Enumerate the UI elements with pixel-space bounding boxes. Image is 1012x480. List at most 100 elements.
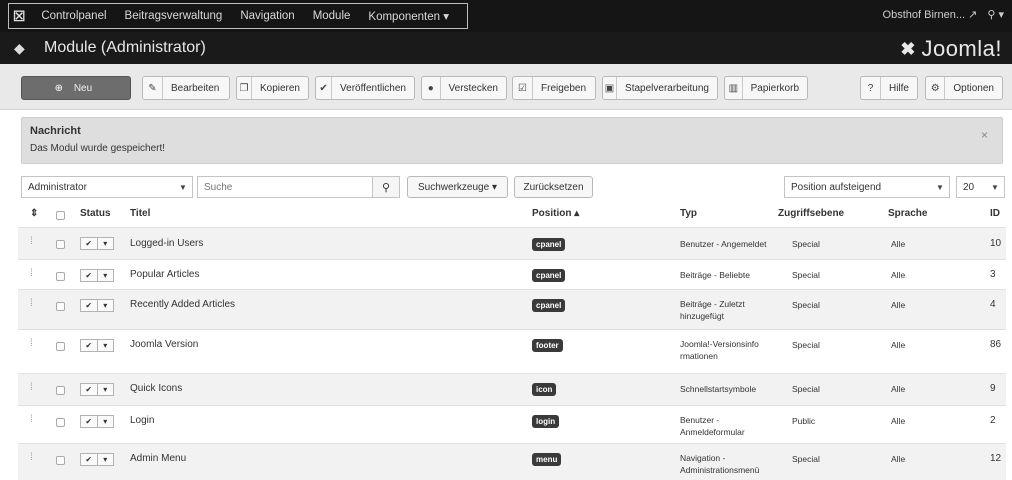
search-icon[interactable]: ⚲ — [372, 177, 399, 197]
caret-icon[interactable]: ▾ — [96, 454, 114, 465]
status-toggle[interactable]: ✔ ▾ — [80, 383, 114, 396]
menu-controlpanel[interactable]: Controlpanel — [41, 10, 106, 22]
module-access: Special — [792, 239, 820, 249]
module-access: Special — [792, 454, 820, 464]
checkbox-icon: ☑ — [513, 77, 533, 99]
module-title[interactable]: Admin Menu — [130, 453, 186, 464]
header-status[interactable]: Status — [80, 208, 111, 219]
drag-handle-icon[interactable]: ⁞ — [30, 298, 33, 309]
client-select[interactable]: Administrator ▼ — [21, 176, 193, 198]
search-input[interactable] — [198, 177, 372, 197]
module-id: 10 — [990, 238, 1002, 249]
header-type[interactable]: Typ — [680, 208, 697, 219]
checkin-button[interactable]: ☑ Freigeben — [512, 76, 596, 100]
module-id: 4 — [990, 299, 996, 310]
header-id[interactable]: ID — [990, 208, 1000, 219]
user-menu[interactable]: ⚲ ▾ — [987, 8, 1004, 21]
check-icon[interactable]: ✔ — [81, 300, 97, 311]
table-row: ⁞ ✔ ▾ Login login Benutzer - Anmeldeformu… — [18, 405, 1006, 443]
help-button[interactable]: ? Hilfe — [860, 76, 918, 100]
unpublish-icon: ● — [422, 77, 441, 99]
module-title[interactable]: Recently Added Articles — [130, 299, 235, 310]
row-checkbox[interactable] — [56, 456, 65, 465]
check-icon[interactable]: ✔ — [81, 238, 97, 249]
status-toggle[interactable]: ✔ ▾ — [80, 269, 114, 282]
status-toggle[interactable]: ✔ ▾ — [80, 415, 114, 428]
copy-button[interactable]: ❐ Kopieren — [236, 76, 309, 100]
publish-button[interactable]: ✔ Veröffentlichen — [315, 76, 415, 100]
caret-icon[interactable]: ▾ — [96, 270, 114, 281]
row-checkbox[interactable] — [56, 240, 65, 249]
caret-icon[interactable]: ▾ — [96, 300, 114, 311]
check-icon[interactable]: ✔ — [81, 270, 97, 281]
module-title[interactable]: Joomla Version — [130, 339, 198, 350]
status-toggle[interactable]: ✔ ▾ — [80, 299, 114, 312]
module-title[interactable]: Popular Articles — [130, 269, 199, 280]
chevron-down-icon: ▼ — [179, 182, 187, 192]
unpublish-button[interactable]: ● Verstecken — [421, 76, 507, 100]
new-button[interactable]: ⊕ Neu — [21, 76, 131, 100]
status-toggle[interactable]: ✔ ▾ — [80, 339, 114, 352]
limit-select[interactable]: 20 ▼ — [956, 176, 1005, 198]
drag-handle-icon[interactable]: ⁞ — [30, 452, 33, 463]
drag-handle-icon[interactable]: ⁞ — [30, 414, 33, 425]
drag-handle-icon[interactable]: ⁞ — [30, 338, 33, 349]
check-icon[interactable]: ✔ — [81, 416, 97, 427]
row-checkbox[interactable] — [56, 302, 65, 311]
module-title[interactable]: Quick Icons — [130, 383, 182, 394]
module-id: 12 — [990, 453, 1002, 464]
module-language: Alle — [891, 454, 906, 464]
header-access[interactable]: Zugriffsebene — [778, 208, 844, 219]
close-icon[interactable]: × — [981, 128, 988, 142]
question-icon: ? — [861, 77, 881, 99]
joomla-logo-icon[interactable]: ☒ — [9, 4, 29, 28]
module-language: Alle — [891, 239, 906, 249]
sort-header-icon[interactable]: ⇕ — [30, 208, 38, 219]
module-id: 9 — [990, 383, 996, 394]
drag-handle-icon[interactable]: ⁞ — [30, 382, 33, 393]
check-icon[interactable]: ✔ — [81, 384, 97, 395]
admin-menu: ☒ Controlpanel Beitragsverwaltung Naviga… — [8, 3, 468, 29]
check-icon[interactable]: ✔ — [81, 454, 97, 465]
ordering-select[interactable]: Position aufsteigend ▼ — [784, 176, 950, 198]
batch-button[interactable]: ▣ Stapelverarbeitung — [602, 76, 718, 100]
edit-button[interactable]: ✎ Bearbeiten — [142, 76, 230, 100]
status-toggle[interactable]: ✔ ▾ — [80, 237, 114, 250]
caret-icon[interactable]: ▾ — [96, 238, 114, 249]
trash-button[interactable]: ▥ Papierkorb — [724, 76, 808, 100]
module-language: Alle — [891, 270, 906, 280]
select-all-checkbox[interactable] — [56, 211, 65, 220]
caret-icon[interactable]: ▾ — [96, 416, 114, 427]
status-toggle[interactable]: ✔ ▾ — [80, 453, 114, 466]
joomla-brand-icon: ✖ — [900, 38, 916, 59]
table-row: ⁞ ✔ ▾ Recently Added Articles cpanel Beit… — [18, 289, 1006, 329]
row-checkbox[interactable] — [56, 418, 65, 427]
drag-handle-icon[interactable]: ⁞ — [30, 236, 33, 247]
module-title[interactable]: Logged-in Users — [130, 238, 203, 249]
toolbar: ⊕ Neu ✎ Bearbeiten ❐ Kopieren ✔ Veröffen… — [0, 64, 1012, 110]
module-title[interactable]: Login — [130, 415, 154, 426]
menu-komponenten[interactable]: Komponenten ▾ — [368, 9, 449, 23]
row-checkbox[interactable] — [56, 342, 65, 351]
module-id: 3 — [990, 269, 996, 280]
options-button[interactable]: ⚙ Optionen — [925, 76, 1003, 100]
row-checkbox[interactable] — [56, 386, 65, 395]
module-language: Alle — [891, 340, 906, 350]
drag-handle-icon[interactable]: ⁞ — [30, 268, 33, 279]
row-checkbox[interactable] — [56, 272, 65, 281]
system-message: Nachricht Das Modul wurde gespeichert! × — [21, 117, 1003, 164]
menu-beitragsverwaltung[interactable]: Beitragsverwaltung — [125, 10, 223, 22]
check-icon[interactable]: ✔ — [81, 340, 97, 351]
search-tools-button[interactable]: Suchwerkzeuge ▾ — [407, 176, 508, 198]
caret-icon[interactable]: ▾ — [96, 384, 114, 395]
header-position[interactable]: Position ▴ — [532, 208, 579, 219]
header-title[interactable]: Titel — [130, 208, 150, 219]
menu-navigation[interactable]: Navigation — [240, 10, 294, 22]
menu-module[interactable]: Module — [313, 10, 351, 22]
gear-icon: ⚙ — [926, 77, 946, 99]
module-access: Special — [792, 300, 820, 310]
site-link[interactable]: Obsthof Birnen... ↗ — [883, 8, 978, 21]
header-language[interactable]: Sprache — [888, 208, 927, 219]
reset-button[interactable]: Zurücksetzen — [514, 176, 593, 198]
caret-icon[interactable]: ▾ — [96, 340, 114, 351]
